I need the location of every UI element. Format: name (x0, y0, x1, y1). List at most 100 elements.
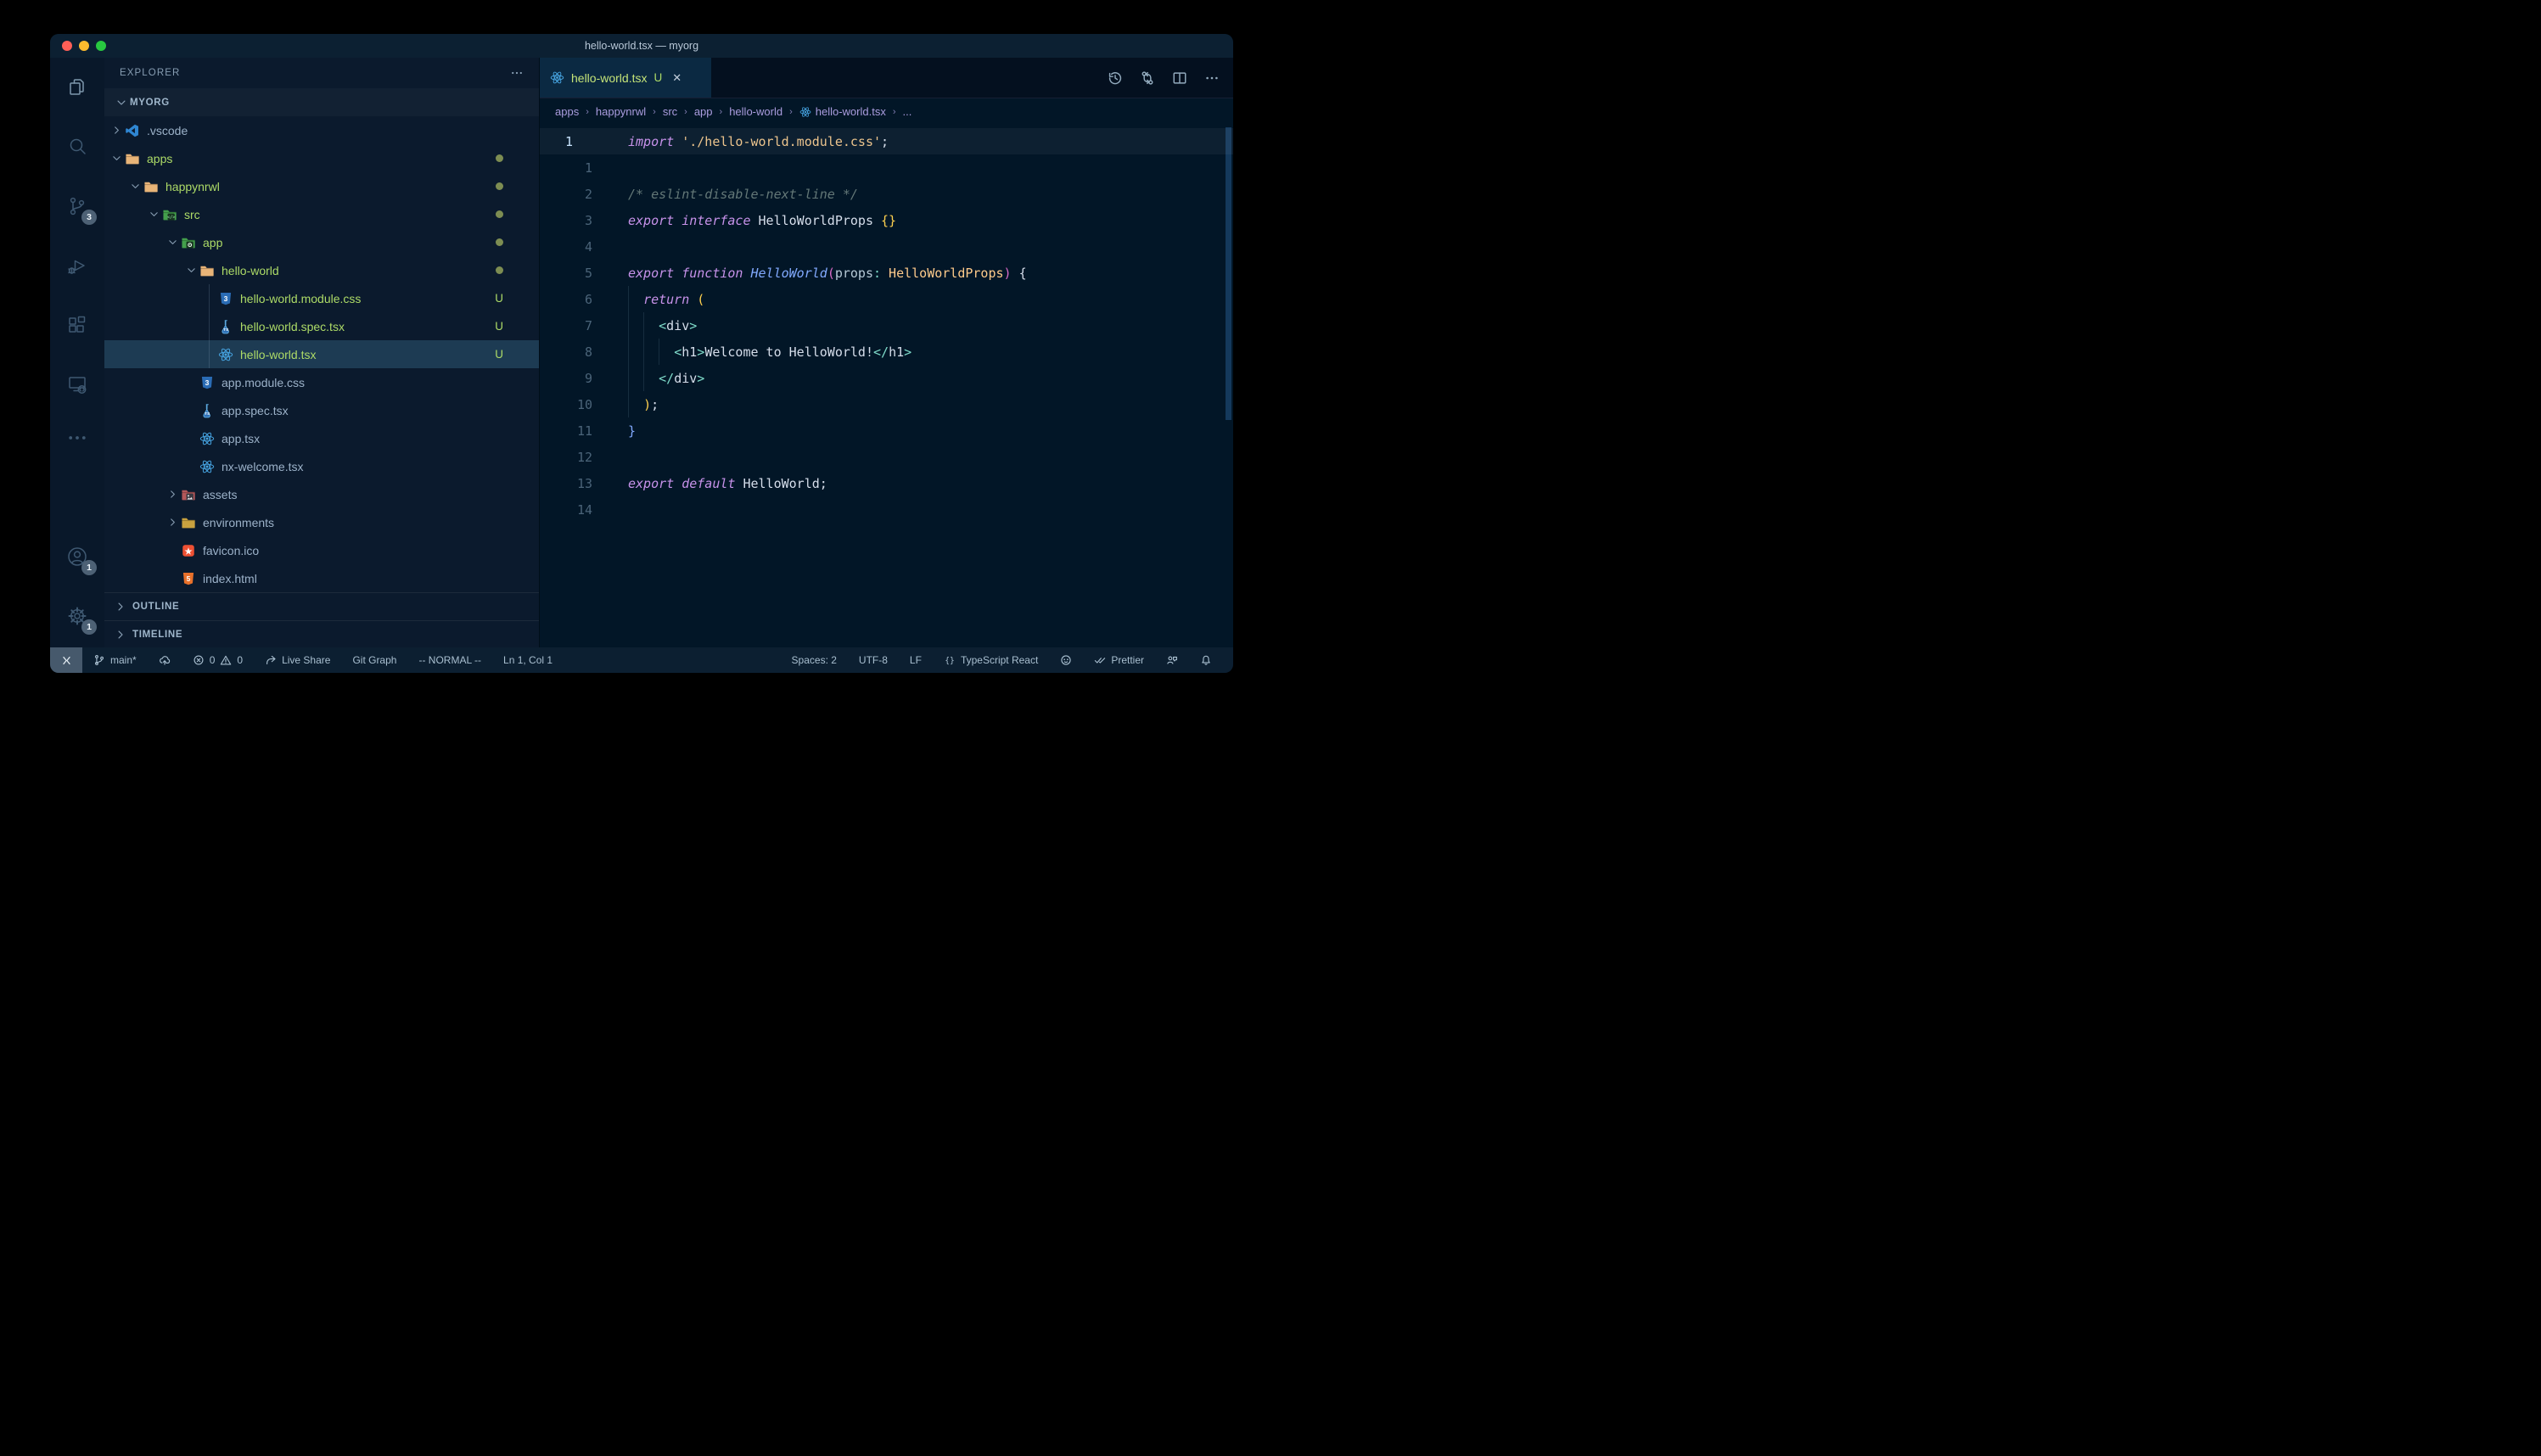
activity-source-control[interactable]: 3 (50, 176, 104, 236)
activity-extensions[interactable] (50, 295, 104, 355)
tree-item-happynrwl[interactable]: happynrwl (104, 172, 539, 200)
tree-item-environments[interactable]: environments (104, 508, 539, 536)
tree-item-index-html[interactable]: 5index.html (104, 564, 539, 592)
prettier-status[interactable]: Prettier (1083, 647, 1155, 673)
tree-item-hello-world[interactable]: hello-world (104, 256, 539, 284)
code-line[interactable]: 9 </div> (540, 365, 1233, 391)
activity-accounts[interactable]: 1 (50, 527, 104, 586)
activity-explorer[interactable] (50, 58, 104, 117)
code-line[interactable]: 11} (540, 417, 1233, 444)
activity-search[interactable] (50, 117, 104, 176)
chevron-down-icon[interactable] (164, 237, 181, 249)
code-line[interactable]: 12 (540, 444, 1233, 470)
section-outline[interactable]: OUTLINE (104, 592, 539, 620)
tree-item-app-spec-tsx[interactable]: TSapp.spec.tsx (104, 396, 539, 424)
tree-item-hello-world-spec-tsx[interactable]: TShello-world.spec.tsxU (104, 312, 539, 340)
chevron-right-icon[interactable] (164, 517, 181, 529)
git-graph-status[interactable]: Git Graph (341, 647, 407, 673)
line-number[interactable]: 1 (540, 160, 592, 176)
breadcrumb-item-hello-world[interactable]: hello-world (729, 105, 782, 118)
tab-hello-world-tsx[interactable]: hello-world.tsx U ✕ (540, 58, 711, 98)
tree-item-nx-welcome-tsx[interactable]: nx-welcome.tsx (104, 452, 539, 480)
line-number[interactable]: 3 (540, 213, 592, 228)
line-number[interactable]: 10 (540, 397, 592, 412)
close-icon[interactable]: ✕ (672, 71, 682, 85)
code-line[interactable]: 4 (540, 233, 1233, 260)
indentation-status[interactable]: Spaces: 2 (781, 647, 848, 673)
tree-item-hello-world-tsx[interactable]: hello-world.tsxU (104, 340, 539, 368)
views-and-more-actions-icon[interactable] (510, 66, 524, 80)
tree-item-hello-world-module-css[interactable]: 3hello-world.module.cssU (104, 284, 539, 312)
chevron-down-icon[interactable] (108, 153, 125, 165)
remote-button[interactable] (50, 647, 82, 673)
breadcrumb-item-apps[interactable]: apps (555, 105, 579, 118)
eol-status[interactable]: LF (899, 647, 933, 673)
code-line-current[interactable]: 1import './hello-world.module.css'; (540, 128, 1233, 154)
code-line[interactable]: 2/* eslint-disable-next-line */ (540, 181, 1233, 207)
code-line[interactable]: 6 return ( (540, 286, 1233, 312)
line-number[interactable]: 7 (540, 318, 592, 333)
zoom-button[interactable] (96, 41, 106, 51)
feedback-status[interactable] (1155, 647, 1189, 673)
line-number[interactable]: 9 (540, 371, 592, 386)
vim-mode-status[interactable]: -- NORMAL -- (407, 647, 492, 673)
tree-item-src[interactable]: </>src (104, 200, 539, 228)
tree-item-vscode[interactable]: .vscode (104, 116, 539, 144)
line-number[interactable]: 12 (540, 450, 592, 465)
line-number[interactable]: 5 (540, 266, 592, 281)
code-line[interactable]: 1 (540, 154, 1233, 181)
section-timeline[interactable]: TIMELINE (104, 620, 539, 648)
activity-remote-explorer[interactable] (50, 355, 104, 414)
tree-item-app-tsx[interactable]: app.tsx (104, 424, 539, 452)
breadcrumb-item-happynrwl[interactable]: happynrwl (596, 105, 646, 118)
line-number[interactable]: 13 (540, 476, 592, 491)
line-number[interactable]: 6 (540, 292, 592, 307)
code-line[interactable]: 7 <div> (540, 312, 1233, 339)
code-line[interactable]: 13export default HelloWorld; (540, 470, 1233, 496)
chevron-down-icon[interactable] (145, 209, 162, 221)
tree-root-myorg[interactable]: MYORG (104, 88, 539, 116)
github-status[interactable] (1049, 647, 1083, 673)
line-number[interactable]: 14 (540, 502, 592, 518)
language-status[interactable]: {}TypeScript React (933, 647, 1049, 673)
breadcrumb-item-src[interactable]: src (663, 105, 677, 118)
ellipsis-icon[interactable] (1204, 70, 1220, 86)
code-editor[interactable]: 1import './hello-world.module.css';12/* … (540, 125, 1233, 647)
notifications-status[interactable] (1189, 647, 1223, 673)
tree-item-favicon-ico[interactable]: favicon.ico (104, 536, 539, 564)
chevron-right-icon[interactable] (108, 125, 125, 137)
problems-status[interactable]: 00 (182, 647, 254, 673)
history-icon[interactable] (1108, 70, 1123, 86)
activity-settings[interactable]: 1 (50, 586, 104, 646)
close-button[interactable] (62, 41, 72, 51)
compare-changes-icon[interactable] (1140, 70, 1155, 86)
live-share-status[interactable]: Live Share (254, 647, 341, 673)
activity-run-debug[interactable] (50, 236, 104, 295)
line-number[interactable]: 1 (540, 134, 592, 149)
tree-item-app-module-css[interactable]: 3app.module.css (104, 368, 539, 396)
tree-item-apps[interactable]: apps (104, 144, 539, 172)
breadcrumb-item-hello-world-tsx[interactable]: hello-world.tsx (799, 105, 886, 118)
activity-more[interactable] (50, 414, 104, 462)
code-line[interactable]: 10 ); (540, 391, 1233, 417)
split-editor-icon[interactable] (1172, 70, 1187, 86)
tree-item-assets[interactable]: assets (104, 480, 539, 508)
breadcrumb-item-app[interactable]: app (694, 105, 713, 118)
code-line[interactable]: 14 (540, 496, 1233, 523)
cursor-position-status[interactable]: Ln 1, Col 1 (492, 647, 564, 673)
tree-item-app[interactable]: app (104, 228, 539, 256)
sync-status[interactable] (148, 647, 182, 673)
chevron-down-icon[interactable] (126, 181, 143, 193)
line-number[interactable]: 8 (540, 344, 592, 360)
line-number[interactable]: 2 (540, 187, 592, 202)
code-line[interactable]: 5export function HelloWorld(props: Hello… (540, 260, 1233, 286)
git-branch-status[interactable]: main* (82, 647, 148, 673)
code-line[interactable]: 3export interface HelloWorldProps {} (540, 207, 1233, 233)
chevron-right-icon[interactable] (164, 489, 181, 501)
line-number[interactable]: 11 (540, 423, 592, 439)
minimize-button[interactable] (79, 41, 89, 51)
chevron-down-icon[interactable] (182, 265, 199, 277)
code-line[interactable]: 8 <h1>Welcome to HelloWorld!</h1> (540, 339, 1233, 365)
line-number[interactable]: 4 (540, 239, 592, 255)
encoding-status[interactable]: UTF-8 (848, 647, 899, 673)
